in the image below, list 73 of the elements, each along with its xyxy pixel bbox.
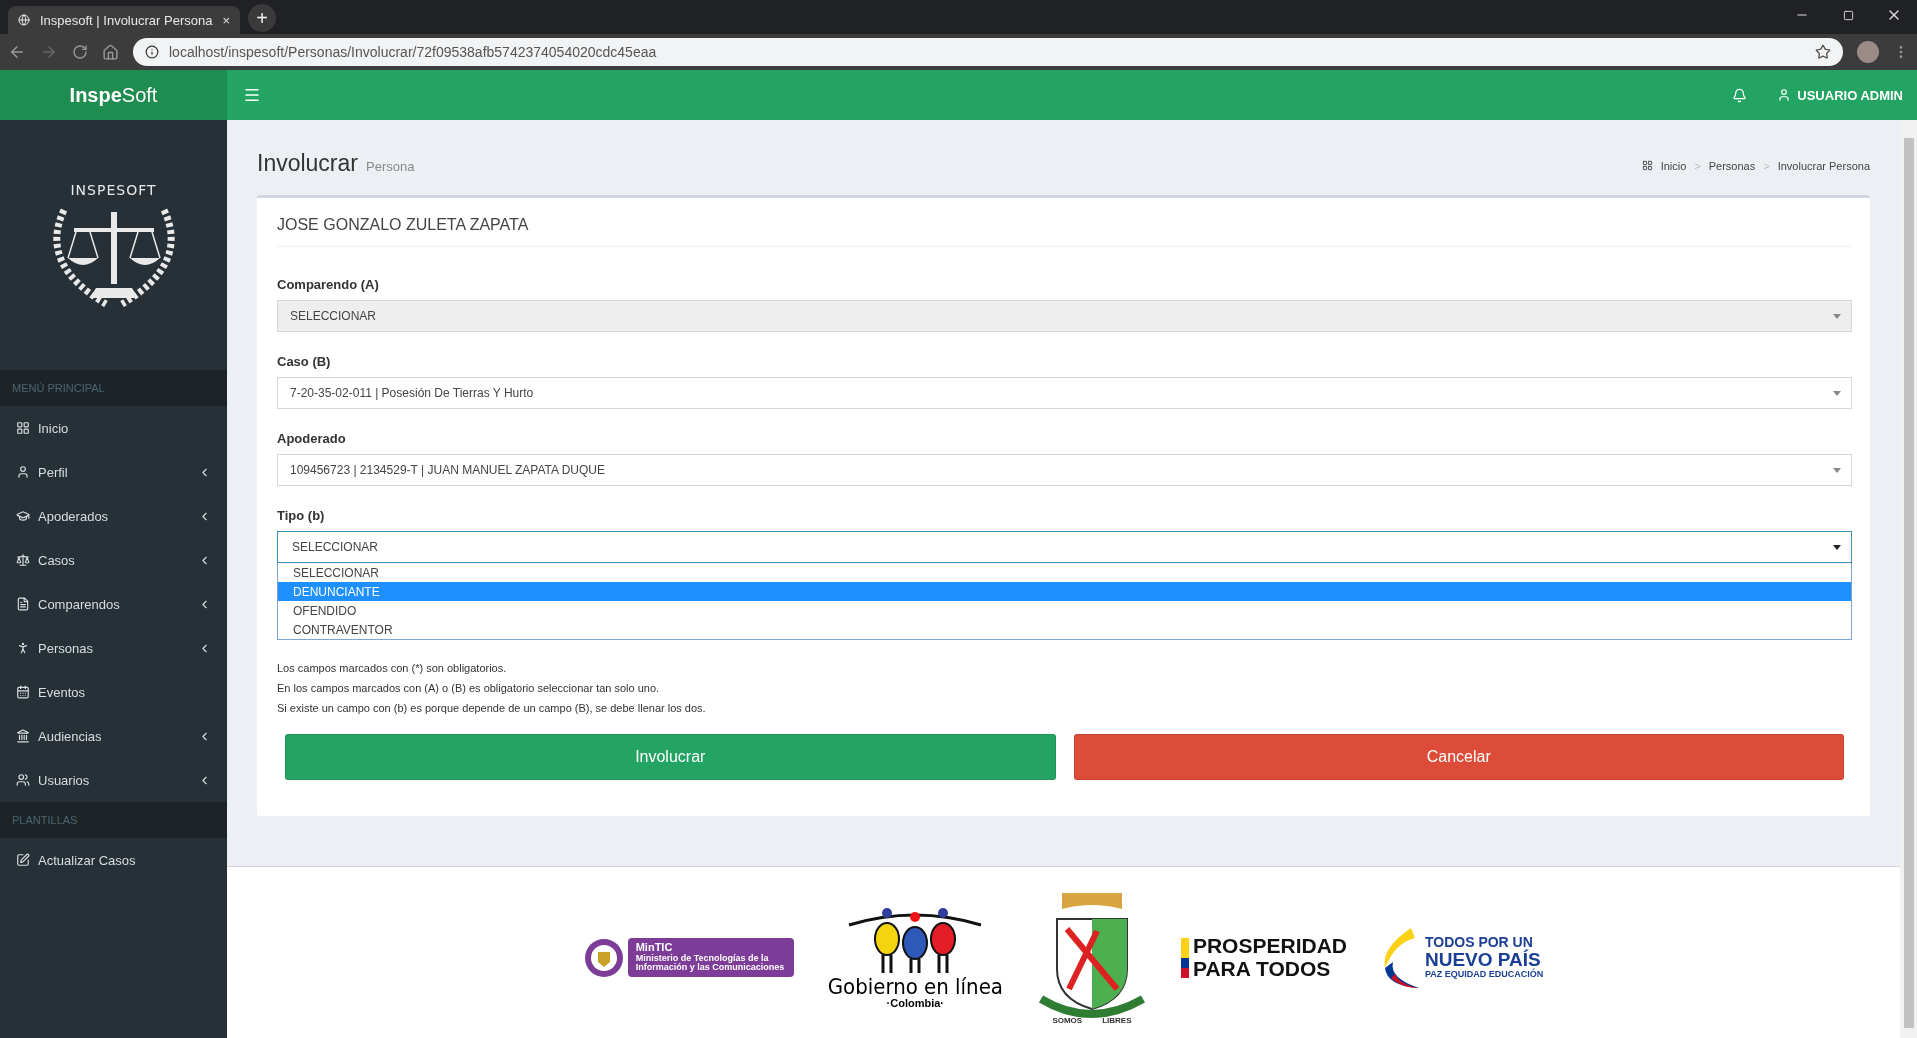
document-icon: [16, 597, 30, 611]
select-field[interactable]: SELECCIONAR: [277, 531, 1852, 563]
close-tab-button[interactable]: ×: [222, 12, 230, 28]
logo-text: Gobierno en línea: [827, 975, 1003, 999]
logo-text: INSPESOFT: [70, 182, 157, 198]
breadcrumb-separator: >: [1694, 159, 1701, 172]
page-title: Involucrar: [257, 150, 358, 177]
field-label: Comparendo (A): [277, 277, 380, 292]
breadcrumb-link[interactable]: Involucrar Persona: [1777, 159, 1870, 172]
help-text: Si existe un campo con (b) es porque depende de un campo (B), se debe llenar los dos.: [277, 701, 707, 716]
brand-logo[interactable]: InspeSoft: [0, 70, 227, 120]
scales-icon: [16, 553, 30, 567]
grid-icon: [16, 421, 30, 435]
sidebar-item[interactable]: Inicio: [0, 406, 227, 450]
browser-tab[interactable]: Inspesoft | Involucrar Persona ×: [8, 6, 240, 34]
reload-icon[interactable]: [72, 44, 88, 60]
home-icon[interactable]: [102, 43, 119, 61]
select-field[interactable]: 109456723 | 2134529-T | JUAN MANUEL ZAPATA DUQUE: [277, 454, 1852, 486]
person-icon: [16, 641, 30, 655]
form-button[interactable]: Cancelar: [1073, 734, 1844, 780]
sidebar-item[interactable]: Eventos: [0, 670, 227, 714]
globe-icon: [18, 14, 30, 26]
graduation-cap-icon: [16, 509, 30, 523]
sidebar-item[interactable]: Comparendos: [0, 582, 227, 626]
grid-icon: [1641, 160, 1653, 171]
star-icon[interactable]: [1815, 44, 1831, 60]
seal-icon: [583, 937, 624, 978]
person-name: JOSE GONZALO ZULETA ZAPATA: [277, 198, 1852, 247]
caret-icon: [1833, 313, 1841, 319]
person-icon: [16, 465, 30, 479]
logo-text: SOMOS: [1052, 1017, 1083, 1026]
sidebar-item[interactable]: Actualizar Casos: [0, 838, 227, 882]
logo-text: ·Colombia·: [886, 998, 945, 1010]
flag-icon: [1180, 937, 1189, 978]
restore-icon: [1842, 9, 1854, 21]
page-subtitle: Persona: [366, 159, 415, 174]
breadcrumb-separator: >: [1763, 159, 1770, 172]
field-label: Caso (B): [277, 354, 332, 369]
field-label: Apoderado: [277, 431, 347, 446]
edit-icon: [16, 853, 30, 867]
building-icon: [16, 729, 30, 743]
section-title: PLANTILLAS: [0, 802, 227, 838]
sidebar-item[interactable]: Casos: [0, 538, 227, 582]
logo-text: LIBRES: [1102, 1017, 1132, 1026]
sidebar-item[interactable]: Apoderados: [0, 494, 227, 538]
address-bar[interactable]: localhost/inspesoft/Personas/Involucrar/72f09538afb5742374054020cdc45eaa: [133, 38, 1843, 66]
help-text: En los campos marcados con (A) o (B) es obligatorio seleccionar tan solo uno.: [277, 681, 661, 696]
user-icon: [1777, 88, 1792, 102]
section-title: MENÚ PRINCIPAL: [0, 370, 227, 406]
breadcrumb-link[interactable]: Personas: [1708, 159, 1756, 172]
scrollbar-thumb[interactable]: [1903, 138, 1914, 1028]
info-icon: [145, 45, 159, 59]
caret-icon: [1833, 467, 1841, 473]
sidebar-item[interactable]: Perfil: [0, 450, 227, 494]
prosperidad-logo: PROSPERIDAD PARA TODOS: [1192, 935, 1347, 980]
sidebar-item[interactable]: Personas: [0, 626, 227, 670]
bell-icon[interactable]: [1732, 87, 1748, 103]
sidebar-item[interactable]: Usuarios: [0, 758, 227, 802]
select-field[interactable]: 7-20-35-02-011 | Posesión De Tierras Y Hurto: [277, 377, 1852, 409]
mintic-logo: MinTIC Ministerio de Tecnologías de la Información y las Comunicaciones: [627, 938, 794, 977]
back-icon[interactable]: [8, 43, 26, 61]
calendar-icon: [16, 685, 30, 699]
menu-icon[interactable]: [243, 86, 261, 104]
caret-icon: [1833, 390, 1841, 396]
users-icon: [16, 773, 30, 787]
help-text: Los campos marcados con (*) son obligatorios.: [277, 661, 508, 676]
breadcrumb-link[interactable]: Inicio: [1660, 159, 1687, 172]
sidebar-item[interactable]: Audiencias: [0, 714, 227, 758]
profile-avatar[interactable]: [1857, 41, 1879, 63]
caret-icon: [1833, 544, 1841, 550]
field-label: Tipo (b): [277, 508, 326, 523]
new-tab-button[interactable]: +: [248, 4, 276, 32]
nuevo-pais-logo: TODOS POR UN NUEVO PAÍS PAZ EQUIDAD EDUCACIÓN: [1424, 935, 1544, 980]
